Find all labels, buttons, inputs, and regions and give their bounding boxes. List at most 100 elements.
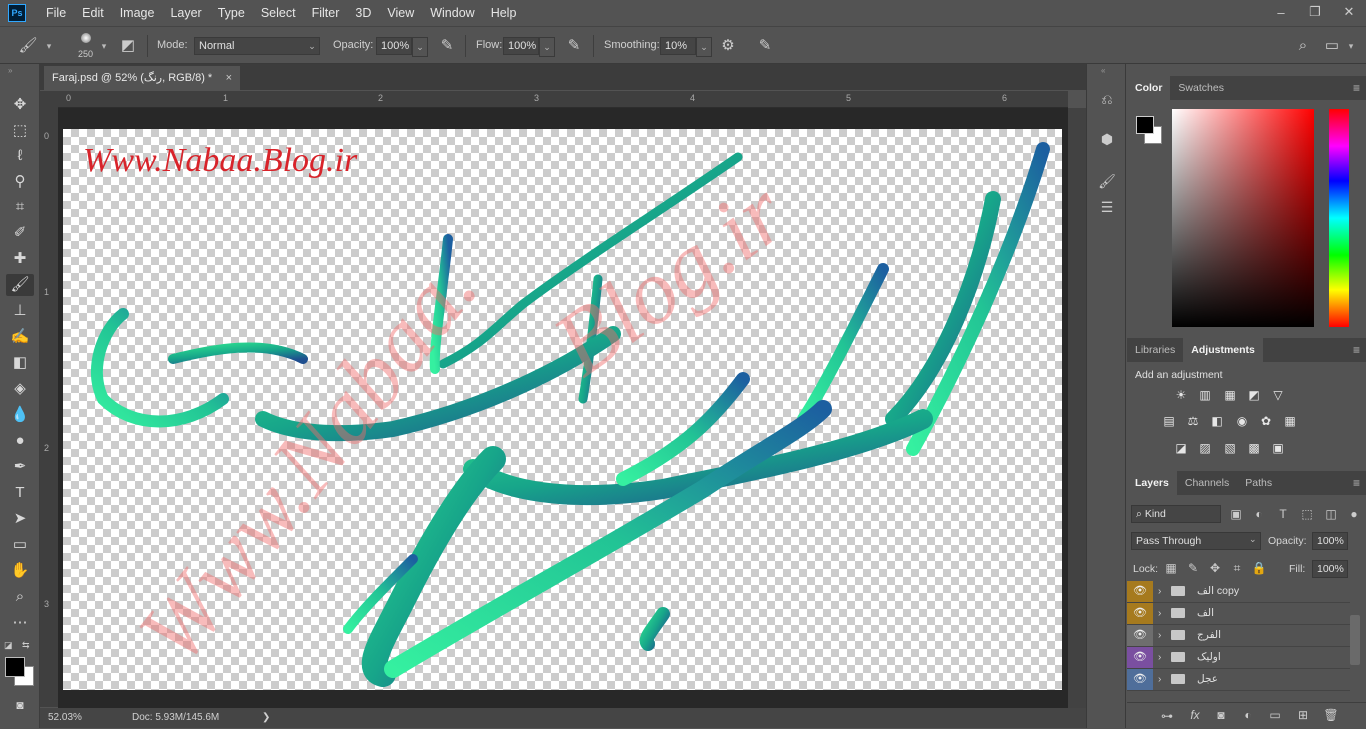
workspace-icon[interactable]: ▭ [1322,36,1342,56]
brush-preset-dropdown[interactable]: ▾ [97,37,111,55]
layer-filter-kind[interactable]: ⌕ Kind [1131,505,1221,523]
tab-paths[interactable]: Paths [1237,471,1280,495]
menu-layer[interactable]: Layer [162,0,209,26]
curves-icon[interactable]: ▦ [1222,388,1238,402]
close-document-button[interactable]: × [226,66,232,90]
3d-panel-icon[interactable]: ⬢ [1096,128,1118,150]
brush-preview-icon[interactable] [76,31,96,45]
menu-edit[interactable]: Edit [74,0,112,26]
blend-mode-select[interactable]: Pass Through [1131,532,1261,550]
tool-preset-dropdown[interactable]: ▾ [42,37,56,55]
layer-row[interactable]: 👁 › الف copy [1127,581,1350,603]
gear-icon[interactable]: ⚙ [718,36,738,56]
collapse-icon[interactable]: » [8,66,12,75]
path-select-tool-icon[interactable]: ➤ [6,508,34,530]
tab-layers[interactable]: Layers [1127,471,1177,495]
tab-channels[interactable]: Channels [1177,471,1237,495]
swap-colors-icon[interactable]: ⇆ [22,640,30,651]
menu-help[interactable]: Help [483,0,525,26]
smoothing-input[interactable]: 10% [660,37,696,55]
more-tools-icon[interactable]: ⋯ [6,612,34,634]
eye-icon[interactable]: 👁 [1127,625,1153,646]
brush-tool-icon[interactable]: 🖌 [6,274,34,296]
foreground-color-swatch[interactable] [1136,116,1154,134]
expand-arrow-icon[interactable]: › [1158,647,1161,668]
history-panel-icon[interactable]: ⎌ [1096,88,1118,110]
lock-transparency-icon[interactable]: ▦ [1163,561,1179,575]
zoom-tool-icon[interactable]: ⌕ [6,586,34,608]
foreground-color-swatch[interactable] [5,657,25,677]
menu-type[interactable]: Type [210,0,253,26]
filter-shape-icon[interactable]: ⬚ [1299,507,1315,521]
default-colors-icon[interactable]: ◪ [4,640,13,651]
black-white-icon[interactable]: ◧ [1209,414,1225,428]
close-window-button[interactable]: ✕ [1332,0,1366,24]
color-balance-icon[interactable]: ⚖ [1185,414,1201,428]
lock-artboard-icon[interactable]: ⌗ [1229,561,1245,576]
tab-swatches[interactable]: Swatches [1170,76,1232,100]
gradient-map-icon[interactable]: ▩ [1246,441,1262,455]
eraser-tool-icon[interactable]: ◧ [6,352,34,374]
panel-menu-icon[interactable]: ≡ [1353,471,1360,495]
lock-position-icon[interactable]: ✥ [1207,561,1223,575]
opacity-dropdown[interactable]: ⌄ [412,37,428,57]
brush-panel-icon[interactable]: 🖌 [1096,170,1118,192]
type-tool-icon[interactable]: T [6,482,34,504]
selective-color-icon[interactable]: ▣ [1270,441,1286,455]
vertical-scrollbar[interactable] [1068,108,1086,708]
quick-mask-icon[interactable]: ◙ [6,694,34,716]
hue-slider[interactable] [1329,109,1349,327]
invert-icon[interactable]: ◪ [1173,441,1189,455]
levels-icon[interactable]: ▥ [1197,388,1213,402]
smoothing-dropdown[interactable]: ⌄ [696,37,712,57]
collapse-icon[interactable]: « [1101,66,1105,75]
eye-icon[interactable]: 👁 [1127,603,1153,624]
document-tab[interactable]: Faraj.psd @ 52% (رنگ, RGB/8) * × [44,66,240,90]
lock-all-icon[interactable]: 🔒 [1251,561,1267,575]
layers-scrollbar[interactable] [1350,615,1360,665]
expand-arrow-icon[interactable]: › [1158,625,1161,646]
layer-row[interactable]: 👁 › الفرج [1127,625,1350,647]
filter-toggle-icon[interactable]: ● [1346,507,1362,521]
link-layers-icon[interactable]: ⊶ [1159,709,1175,723]
hue-saturation-icon[interactable]: ▤ [1161,414,1177,428]
new-adjustment-icon[interactable]: ◐ [1240,708,1256,722]
zoom-level[interactable]: 52.03% [48,712,82,723]
eye-icon[interactable]: 👁 [1127,647,1153,668]
threshold-icon[interactable]: ▧ [1222,441,1238,455]
menu-filter[interactable]: Filter [304,0,348,26]
pen-tool-icon[interactable]: ✒ [6,456,34,478]
expand-arrow-icon[interactable]: › [1158,669,1161,690]
filter-adjustment-icon[interactable]: ◐ [1251,507,1267,521]
layer-row[interactable]: 👁 › عجل [1127,669,1350,691]
fill-input[interactable]: 100% [1312,560,1348,578]
hand-tool-icon[interactable]: ✋ [6,560,34,582]
paint-bucket-tool-icon[interactable]: ◈ [6,378,34,400]
posterize-icon[interactable]: ▨ [1197,441,1213,455]
quick-select-tool-icon[interactable]: ⚲ [6,171,34,193]
tab-adjustments[interactable]: Adjustments [1183,338,1263,362]
panel-menu-icon[interactable]: ≡ [1353,76,1360,100]
eye-icon[interactable]: 👁 [1127,581,1153,602]
menu-select[interactable]: Select [253,0,304,26]
photo-filter-icon[interactable]: ◉ [1234,414,1250,428]
restore-button[interactable]: ❐ [1298,0,1332,24]
new-layer-icon[interactable]: ⊞ [1295,708,1311,722]
layer-row[interactable]: 👁 › اولیک [1127,647,1350,669]
menu-3d[interactable]: 3D [347,0,379,26]
add-mask-icon[interactable]: ◙ [1213,708,1229,722]
new-group-icon[interactable]: ▭ [1267,708,1283,722]
flow-dropdown[interactable]: ⌄ [539,37,555,57]
healing-brush-tool-icon[interactable]: ✚ [6,248,34,270]
workspace-dropdown[interactable]: ▾ [1344,37,1358,55]
search-icon[interactable]: ⌕ [1293,36,1313,56]
layer-opacity-input[interactable]: 100% [1312,532,1348,550]
crop-tool-icon[interactable]: ⌗ [6,196,34,218]
exposure-icon[interactable]: ◩ [1246,388,1262,402]
dodge-tool-icon[interactable]: ● [6,430,34,452]
rectangle-tool-icon[interactable]: ▭ [6,534,34,556]
color-lookup-icon[interactable]: ▦ [1282,414,1298,428]
horizontal-ruler[interactable]: 0 1 2 3 4 5 6 [58,91,1068,108]
panel-menu-icon[interactable]: ≡ [1353,338,1360,362]
brush-settings-icon[interactable]: ◩ [118,36,138,56]
